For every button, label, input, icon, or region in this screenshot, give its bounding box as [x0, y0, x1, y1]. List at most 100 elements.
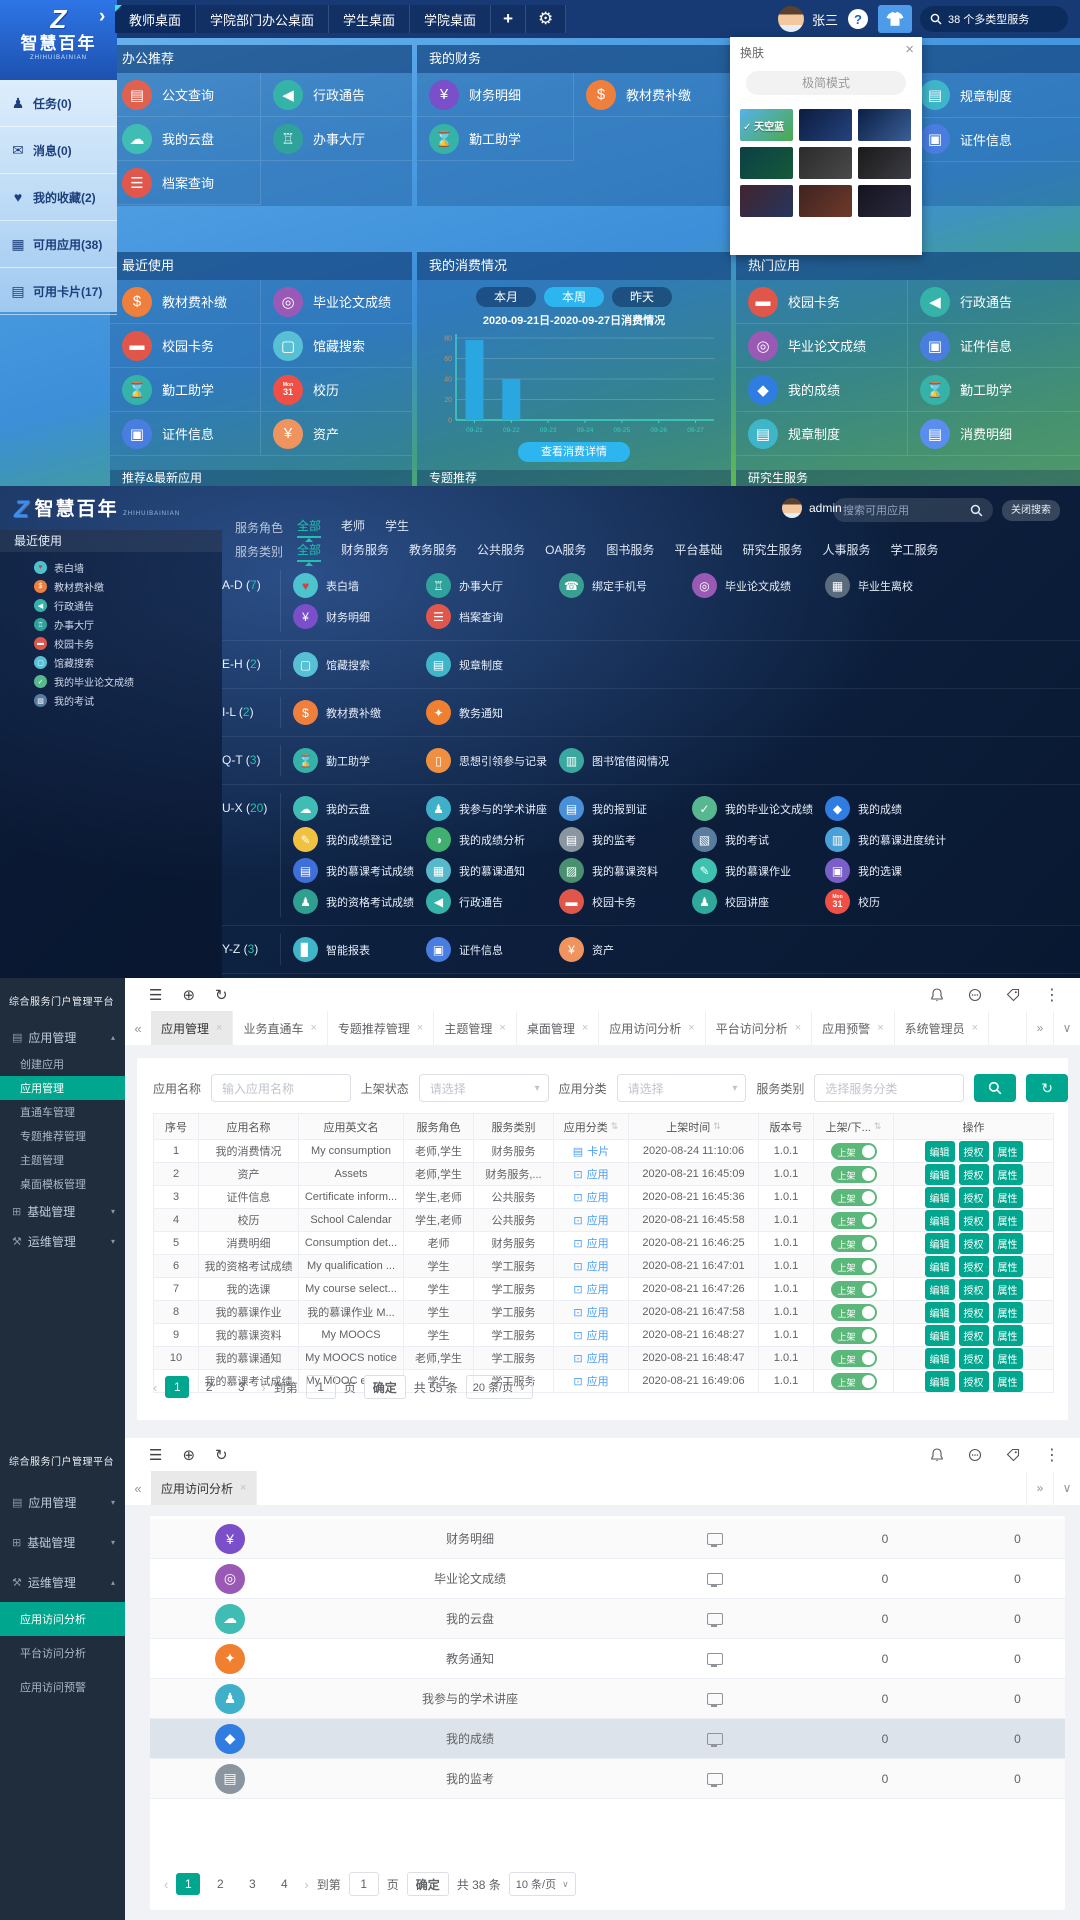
app-item-我的慕课进度统计[interactable]: ▥我的慕课进度统计: [825, 824, 958, 855]
column-header-版本号[interactable]: 版本号: [759, 1114, 814, 1140]
filter-option-财务服务[interactable]: 财务服务: [341, 541, 389, 562]
recent-item-办事大厅[interactable]: ♖办事大厅: [0, 615, 222, 634]
filter-option-OA服务[interactable]: OA服务: [545, 541, 586, 562]
app-item-我的报到证[interactable]: ▤我的报到证: [559, 793, 692, 824]
app-item-证件信息[interactable]: ▣证件信息: [908, 324, 1080, 368]
app-item-我的成绩[interactable]: ◆我的成绩: [825, 793, 958, 824]
action-button-属性[interactable]: 属性: [993, 1325, 1023, 1346]
app-item-我的慕课考试成绩[interactable]: ▤我的慕课考试成绩: [293, 855, 426, 886]
app-item-勤工助学[interactable]: ⌛勤工助学: [908, 368, 1080, 412]
tab-应用预警[interactable]: 应用预警×: [812, 1011, 894, 1045]
tab-应用访问分析[interactable]: 应用访问分析×: [599, 1011, 705, 1045]
app-item-我的成绩[interactable]: ◆我的成绩: [736, 368, 908, 412]
action-button-授权[interactable]: 授权: [959, 1210, 989, 1231]
submenu-主题管理[interactable]: 主题管理: [0, 1148, 125, 1172]
app-item-我的成绩登记[interactable]: ✎我的成绩登记: [293, 824, 426, 855]
page-prev-icon[interactable]: ‹: [164, 1877, 168, 1892]
action-button-授权[interactable]: 授权: [959, 1164, 989, 1185]
tab-close-icon[interactable]: ×: [499, 1022, 505, 1034]
app-item-资产[interactable]: ¥资产: [559, 934, 692, 965]
sidebar-item-消息(0)[interactable]: ✉消息(0): [0, 127, 117, 174]
sort-icon[interactable]: ⇅: [713, 1121, 721, 1132]
tab-close-icon[interactable]: ×: [582, 1022, 588, 1034]
app-item-毕业论文成绩[interactable]: ◎毕业论文成绩: [736, 324, 908, 368]
desktop-tab-教师桌面[interactable]: 教师桌面: [115, 5, 196, 33]
app-item-证件信息[interactable]: ▣证件信息: [426, 934, 559, 965]
confirm-button[interactable]: 确定: [364, 1375, 406, 1399]
app-item-校园卡务[interactable]: ▬校园卡务: [736, 280, 908, 324]
action-button-属性[interactable]: 属性: [993, 1210, 1023, 1231]
app-item-勤工助学[interactable]: ⌛勤工助学: [417, 117, 574, 161]
sidebar-item-可用卡片(17)[interactable]: ▤可用卡片(17): [0, 268, 117, 315]
chat-icon[interactable]: [968, 988, 982, 1002]
app-class-link[interactable]: ⊡应用: [573, 1350, 608, 1366]
app-item-勤工助学[interactable]: ⌛勤工助学: [293, 745, 426, 776]
page-number-3[interactable]: 3: [240, 1873, 264, 1895]
app-item-校园讲座[interactable]: ♟校园讲座: [692, 886, 825, 917]
app-class-link[interactable]: ⊡应用: [573, 1235, 608, 1251]
filter-option-学工服务[interactable]: 学工服务: [890, 541, 938, 562]
filter-option-全部[interactable]: 全部: [297, 541, 321, 562]
add-tab-button[interactable]: +: [491, 5, 526, 33]
menu-运维管理[interactable]: ⚒运维管理▴: [0, 1562, 125, 1602]
skin-thumbnail-6[interactable]: [740, 185, 793, 217]
app-item-档案查询[interactable]: ☰档案查询: [426, 601, 559, 632]
tab-平台访问分析[interactable]: 平台访问分析×: [706, 1011, 812, 1045]
menu-基础管理[interactable]: ⊞基础管理▾: [0, 1522, 125, 1562]
action-button-授权[interactable]: 授权: [959, 1325, 989, 1346]
collapse-menu-icon[interactable]: ☰: [149, 986, 162, 1004]
publish-toggle[interactable]: 上架: [831, 1212, 877, 1229]
action-button-属性[interactable]: 属性: [993, 1187, 1023, 1208]
app-class-link[interactable]: ⊡应用: [573, 1166, 608, 1182]
range-button-本月[interactable]: 本月: [476, 287, 536, 307]
global-search[interactable]: 38 个多类型服务: [920, 6, 1068, 32]
range-button-昨天[interactable]: 昨天: [612, 287, 672, 307]
app-item-教务通知[interactable]: ✦教务通知: [426, 697, 559, 728]
skin-thumbnail-1[interactable]: [799, 109, 852, 141]
submenu-桌面模板管理[interactable]: 桌面模板管理: [0, 1172, 125, 1196]
app-class-link[interactable]: ⊡应用: [573, 1258, 608, 1274]
tab-close-icon[interactable]: ×: [240, 1482, 246, 1494]
reset-refresh-button[interactable]: ↻: [1026, 1074, 1068, 1102]
filter-select-应用分类[interactable]: 请选择: [617, 1074, 747, 1102]
publish-toggle[interactable]: 上架: [831, 1350, 877, 1367]
kebab-menu-icon[interactable]: ⋮: [1044, 985, 1060, 1005]
action-button-授权[interactable]: 授权: [959, 1233, 989, 1254]
app-item-办事大厅[interactable]: ♖办事大厅: [261, 117, 412, 161]
app-item-毕业论文成绩[interactable]: ◎毕业论文成绩: [692, 570, 825, 601]
action-button-编辑[interactable]: 编辑: [925, 1210, 955, 1231]
filter-option-人事服务[interactable]: 人事服务: [822, 541, 870, 562]
skin-thumbnail-8[interactable]: [858, 185, 911, 217]
action-button-编辑[interactable]: 编辑: [925, 1187, 955, 1208]
recent-item-我的考试[interactable]: ▧我的考试: [0, 691, 222, 710]
page-prev-icon[interactable]: ‹: [153, 1380, 157, 1395]
tag-icon[interactable]: [1006, 1448, 1020, 1462]
menu-基础管理[interactable]: ⊞基础管理▾: [0, 1196, 125, 1226]
app-class-link[interactable]: ⊡应用: [573, 1189, 608, 1205]
action-button-属性[interactable]: 属性: [993, 1233, 1023, 1254]
page-next-icon[interactable]: ›: [304, 1877, 308, 1892]
filter-input-应用名称[interactable]: 输入应用名称: [211, 1074, 351, 1102]
app-item-我的监考[interactable]: ▤我的监考: [559, 824, 692, 855]
tab-close-icon[interactable]: ×: [216, 1022, 222, 1034]
action-button-属性[interactable]: 属性: [993, 1164, 1023, 1185]
publish-toggle[interactable]: 上架: [831, 1189, 877, 1206]
column-header-服务角色[interactable]: 服务角色: [404, 1114, 474, 1140]
filter-input-服务类别[interactable]: 选择服务分类: [814, 1074, 964, 1102]
app-class-link[interactable]: ⊡应用: [573, 1373, 608, 1389]
app-class-link[interactable]: ⊡应用: [573, 1304, 608, 1320]
action-button-授权[interactable]: 授权: [959, 1279, 989, 1300]
tab-应用访问分析[interactable]: 应用访问分析×: [151, 1471, 257, 1505]
per-page-select[interactable]: 20 条/页∨: [466, 1375, 533, 1399]
skin-thumbnail-5[interactable]: [858, 147, 911, 179]
desktop-tab-学生桌面[interactable]: 学生桌面: [329, 5, 410, 33]
column-header-上架/下...[interactable]: 上架/下...⇅: [814, 1114, 894, 1140]
submenu-创建应用[interactable]: 创建应用: [0, 1052, 125, 1076]
app-item-我的云盘[interactable]: ☁我的云盘: [293, 793, 426, 824]
app-item-教材费补缴[interactable]: $教材费补缴: [110, 280, 261, 324]
page-number-1[interactable]: 1: [165, 1376, 189, 1398]
sort-icon[interactable]: ⇅: [874, 1121, 882, 1132]
goto-page-input[interactable]: 1: [349, 1872, 379, 1896]
app-item-图书馆借阅情况[interactable]: ▥图书馆借阅情况: [559, 745, 692, 776]
close-icon[interactable]: ×: [905, 41, 914, 58]
